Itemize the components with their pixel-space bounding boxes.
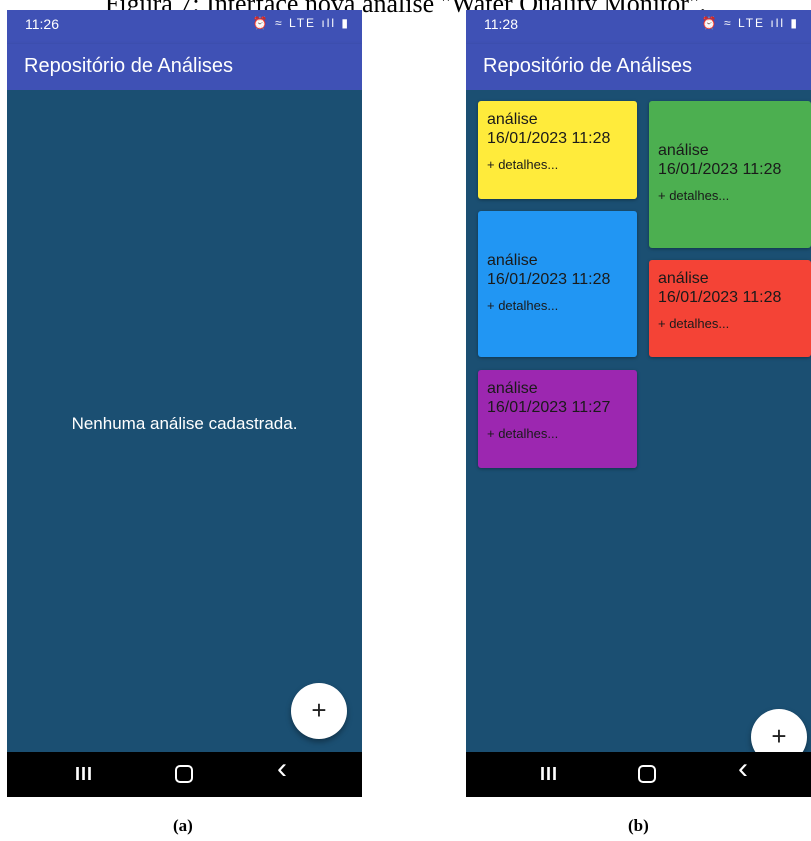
analysis-card[interactable]: análise 16/01/2023 11:27 + detalhes... <box>478 370 637 468</box>
back-icon[interactable]: ‹ <box>738 754 748 784</box>
phone-screen-b: 11:28 ⏰ ≈ LTE ıll ▮ Repositório de Análi… <box>466 10 811 797</box>
card-date: 16/01/2023 11:28 <box>658 289 782 306</box>
card-date: 16/01/2023 11:28 <box>487 130 611 147</box>
details-link[interactable]: + detalhes... <box>487 298 628 313</box>
add-analysis-button[interactable]: + <box>291 683 347 739</box>
phone-screen-a: 11:26 ⏰ ≈ LTE ıll ▮ Repositório de Análi… <box>7 10 362 797</box>
label-a: (a) <box>173 816 193 835</box>
recents-icon[interactable]: III <box>540 761 558 787</box>
details-link[interactable]: + detalhes... <box>658 316 802 331</box>
app-title: Repositório de Análises <box>483 55 693 77</box>
card-title: análise <box>658 142 709 159</box>
status-icons: ⏰ ≈ LTE ıll ▮ <box>252 16 350 30</box>
content-area: Nenhuma análise cadastrada. <box>7 90 362 752</box>
card-title: análise <box>487 111 538 128</box>
analysis-card[interactable]: análise 16/01/2023 11:28 + detalhes... <box>649 260 811 357</box>
analysis-card[interactable]: análise 16/01/2023 11:28 + detalhes... <box>649 101 811 248</box>
card-title: análise <box>487 380 538 397</box>
card-title: análise <box>658 270 709 287</box>
details-link[interactable]: + detalhes... <box>487 426 628 441</box>
app-title: Repositório de Análises <box>24 55 234 77</box>
home-icon[interactable] <box>638 765 656 783</box>
analysis-card[interactable]: análise 16/01/2023 11:28 + detalhes... <box>478 211 637 357</box>
card-date: 16/01/2023 11:28 <box>487 271 611 288</box>
nav-bar: III ‹ <box>7 752 362 797</box>
back-icon[interactable]: ‹ <box>277 754 287 784</box>
recents-icon[interactable]: III <box>75 761 93 787</box>
app-bar: Repositório de Análises <box>466 44 811 90</box>
status-icons: ⏰ ≈ LTE ıll ▮ <box>701 16 799 30</box>
status-time: 11:28 <box>484 16 518 32</box>
card-date: 16/01/2023 11:28 <box>658 161 782 178</box>
home-icon[interactable] <box>175 765 193 783</box>
empty-message: Nenhuma análise cadastrada. <box>71 414 298 433</box>
details-link[interactable]: + detalhes... <box>487 157 628 172</box>
card-date: 16/01/2023 11:27 <box>487 399 611 416</box>
status-bar: 11:28 ⏰ ≈ LTE ıll ▮ <box>466 10 811 44</box>
status-bar: 11:26 ⏰ ≈ LTE ıll ▮ <box>7 10 362 44</box>
analysis-card[interactable]: análise 16/01/2023 11:28 + detalhes... <box>478 101 637 199</box>
app-bar: Repositório de Análises <box>7 44 362 90</box>
details-link[interactable]: + detalhes... <box>658 188 802 203</box>
card-title: análise <box>487 252 538 269</box>
label-b: (b) <box>628 816 649 835</box>
status-time: 11:26 <box>25 16 59 32</box>
nav-bar: III ‹ <box>466 752 811 797</box>
